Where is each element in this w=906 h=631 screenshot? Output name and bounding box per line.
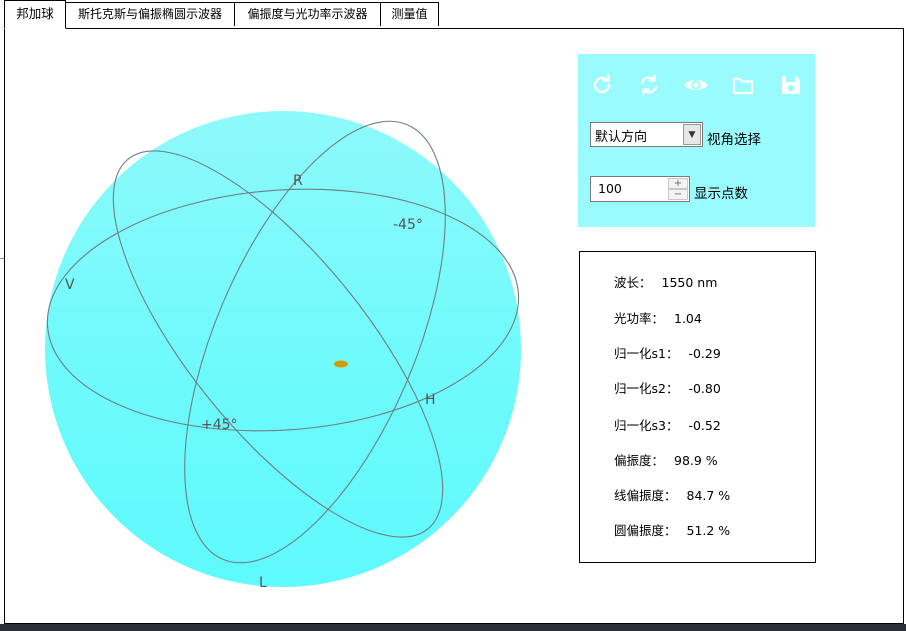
view-direction-value: 默认方向 xyxy=(595,130,648,145)
label-plus45: +45° xyxy=(201,417,238,433)
label-v: V xyxy=(65,277,75,293)
points-count-value: 100 xyxy=(598,181,622,196)
measurement-row-s1: 归一化s1： -0.29 xyxy=(614,343,721,362)
measurement-value: -0.29 xyxy=(688,346,721,361)
measurement-label: 归一化s1： xyxy=(614,346,679,361)
points-count-input[interactable]: 100 + − xyxy=(590,176,690,202)
chevron-down-icon[interactable]: ▼ xyxy=(683,124,701,145)
measurement-value: 1.04 xyxy=(674,311,702,326)
measurement-row-power: 光功率： 1.04 xyxy=(614,308,702,327)
measurement-row-wavelength: 波长： 1550 nm xyxy=(614,272,717,291)
measurement-label: 归一化s3： xyxy=(614,418,679,433)
tab-dop-power-scope[interactable]: 偏振度与光功率示波器 xyxy=(234,2,381,26)
control-panel: 默认方向 ▼ 视角选择 100 + − 显示点数 xyxy=(578,54,815,227)
tab-poincare-sphere[interactable]: 邦加球 xyxy=(4,0,66,29)
measured-point xyxy=(334,360,348,368)
measurement-value: 51.2 % xyxy=(686,523,731,538)
label-r: R xyxy=(293,173,303,189)
folder-icon[interactable] xyxy=(730,72,756,98)
measurement-label: 偏振度： xyxy=(614,453,665,468)
view-direction-select[interactable]: 默认方向 ▼ xyxy=(590,122,703,147)
taskbar-edge xyxy=(0,624,906,631)
view-select-label: 视角选择 xyxy=(707,132,761,148)
measurement-value: 84.7 % xyxy=(686,488,731,503)
poincare-sphere[interactable]: R -45° V H +45° L xyxy=(45,109,525,589)
measurement-value: -0.52 xyxy=(688,418,721,433)
measurement-row-docp: 圆偏振度： 51.2 % xyxy=(614,520,730,539)
measurement-value: 98.9 % xyxy=(674,453,718,468)
label-minus45: -45° xyxy=(393,217,423,233)
poincare-sphere-view[interactable]: R -45° V H +45° L xyxy=(45,109,525,589)
sync-icon[interactable] xyxy=(636,72,662,98)
label-h: H xyxy=(425,392,436,408)
save-icon[interactable] xyxy=(778,72,804,98)
measurement-panel: 波长： 1550 nm 光功率： 1.04 归一化s1： -0.29 归一化s2… xyxy=(579,251,816,563)
measurement-label: 圆偏振度： xyxy=(614,523,677,538)
measurement-row-s2: 归一化s2： -0.80 xyxy=(614,378,721,397)
measurement-label: 归一化s2： xyxy=(614,381,679,396)
decrement-button[interactable]: − xyxy=(668,189,688,200)
measurement-value: -0.80 xyxy=(688,381,721,396)
refresh-icon[interactable] xyxy=(589,72,615,98)
measurement-label: 线偏振度： xyxy=(614,488,677,503)
label-l: L xyxy=(259,575,267,589)
tab-stokes-ellipse-scope[interactable]: 斯托克斯与偏振椭圆示波器 xyxy=(65,2,235,26)
measurement-row-s3: 归一化s3： -0.52 xyxy=(614,415,721,434)
measurement-row-dolp: 线偏振度： 84.7 % xyxy=(614,485,730,504)
tab-bar: 邦加球 斯托克斯与偏振椭圆示波器 偏振度与光功率示波器 测量值 xyxy=(0,0,906,29)
measurement-value: 1550 nm xyxy=(661,275,718,290)
points-count-label: 显示点数 xyxy=(694,186,748,202)
measurement-label: 波长： xyxy=(614,275,652,290)
eye-icon[interactable] xyxy=(683,72,709,98)
increment-button[interactable]: + xyxy=(668,178,688,189)
sphere-surface xyxy=(45,111,521,587)
tab-measurements[interactable]: 测量值 xyxy=(380,2,439,26)
measurement-label: 光功率： xyxy=(614,311,665,326)
measurement-row-dop: 偏振度： 98.9 % xyxy=(614,450,718,469)
tab-content-panel: R -45° V H +45° L 默认方向 ▼ 视角选择 100 + − 显示… xyxy=(4,28,904,624)
